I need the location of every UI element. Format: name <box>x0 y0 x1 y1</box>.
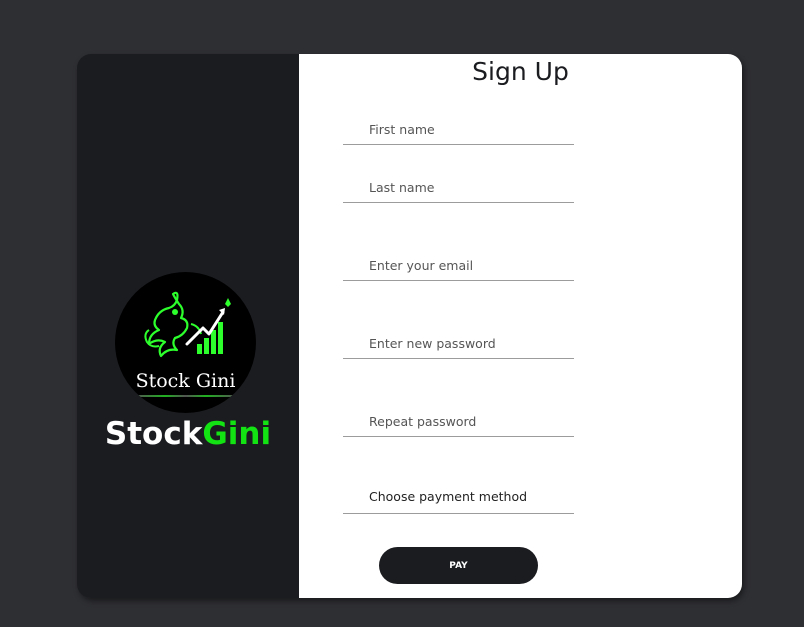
logo-text-stock: Stock <box>135 370 190 392</box>
page-title: Sign Up <box>472 57 569 86</box>
email-field-wrapper <box>343 250 574 281</box>
logo-text-gini: Gini <box>195 370 236 392</box>
repeat-password-field-wrapper <box>343 406 574 437</box>
brand-panel: Stock Gini StockGini <box>77 54 299 598</box>
signup-card: Stock Gini StockGini Sign Up Choose paym… <box>77 54 742 598</box>
last-name-field-wrapper <box>343 172 574 203</box>
brand-name-second: Gini <box>202 416 272 452</box>
first-name-input[interactable] <box>343 114 574 144</box>
payment-method-select[interactable]: Choose payment method <box>343 483 574 514</box>
logo-wordmark: Stock Gini <box>115 370 256 392</box>
repeat-password-input[interactable] <box>343 406 574 436</box>
email-input[interactable] <box>343 250 574 280</box>
first-name-field-wrapper <box>343 114 574 145</box>
logo-tagline <box>135 395 236 397</box>
password-field-wrapper <box>343 328 574 359</box>
payment-method-label: Choose payment method <box>369 489 528 504</box>
brand-name: StockGini <box>77 416 299 452</box>
last-name-input[interactable] <box>343 172 574 202</box>
brand-name-first: Stock <box>104 416 203 452</box>
pay-button[interactable]: PAY <box>379 547 538 584</box>
form-panel: Sign Up Choose payment method PAY <box>299 54 742 598</box>
password-input[interactable] <box>343 328 574 358</box>
stockgini-logo: Stock Gini <box>115 272 256 413</box>
